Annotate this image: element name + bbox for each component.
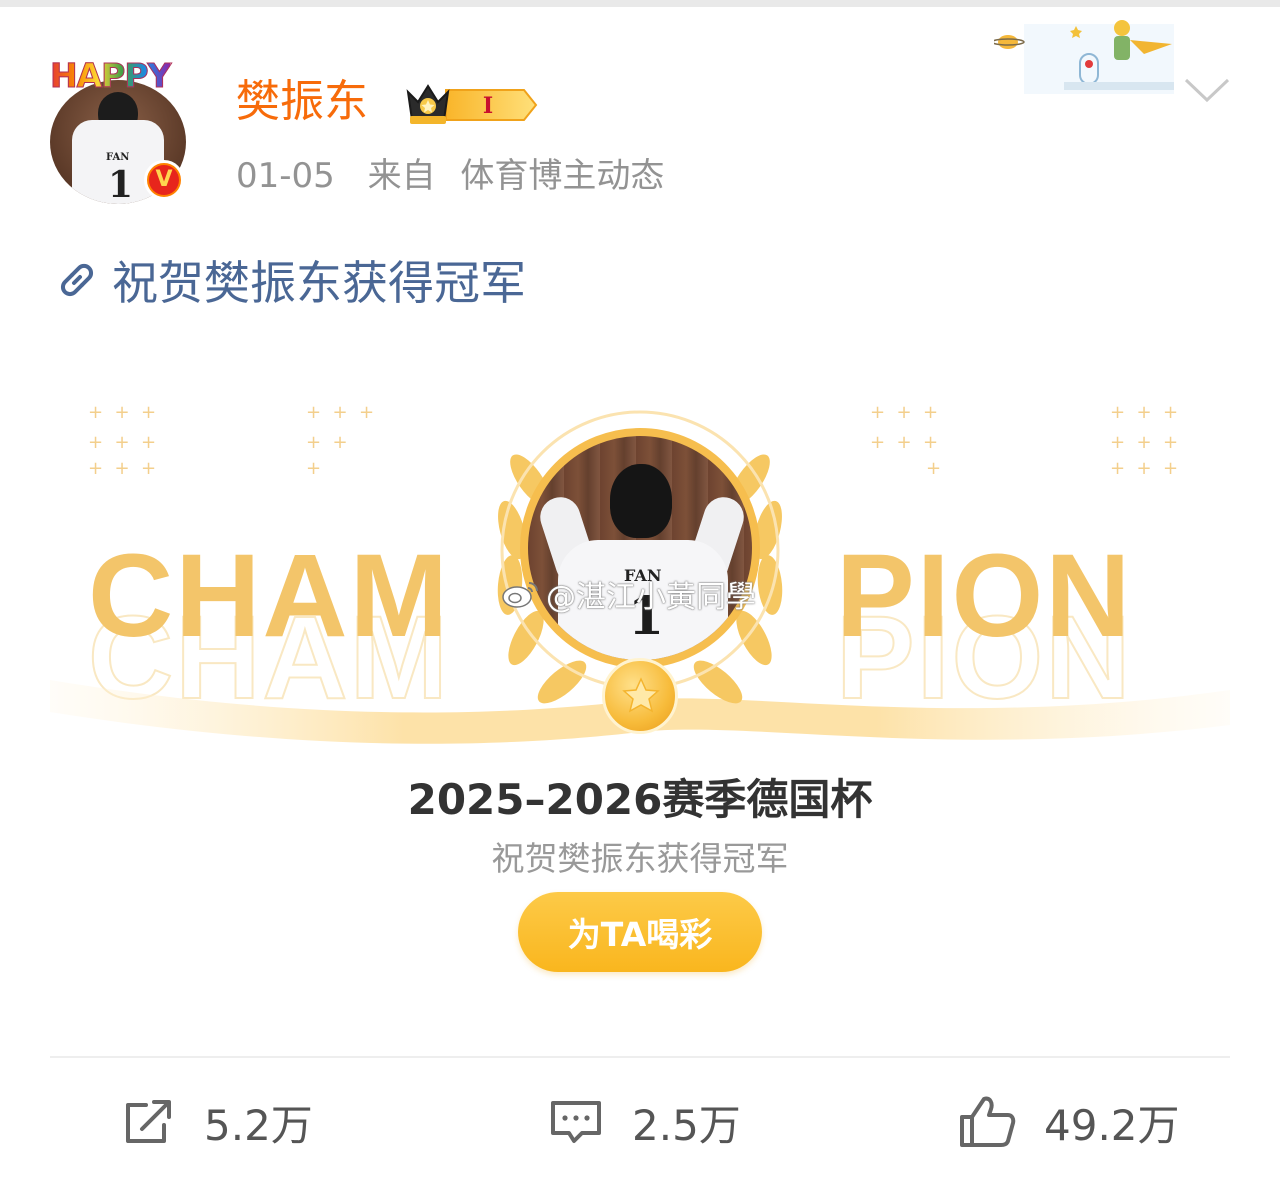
comment-count: 2.5万: [632, 1100, 741, 1150]
like-count: 49.2万: [1044, 1100, 1180, 1150]
comment-button[interactable]: 2.5万: [548, 1090, 741, 1154]
repost-count: 5.2万: [204, 1100, 313, 1150]
watermark: @湛江小黃同學: [500, 572, 756, 616]
repost-icon: [126, 1100, 171, 1143]
cheer-button[interactable]: 为TA喝彩: [518, 892, 762, 972]
topic-text: 祝贺樊振东获得冠军: [112, 256, 526, 310]
link-icon: [60, 263, 94, 297]
post-source[interactable]: 体育博主动态: [460, 156, 664, 196]
avatar-decoration-happy: HAPPY: [49, 56, 171, 96]
like-button[interactable]: 49.2万: [958, 1090, 1180, 1154]
like-icon: [960, 1096, 1016, 1147]
comment-icon: [551, 1101, 601, 1143]
top-divider: [0, 0, 1280, 7]
username[interactable]: 樊振东: [236, 76, 368, 128]
weibo-logo-icon: [502, 582, 538, 608]
champion-card[interactable]: + + + + + + + + + + + + + + + + + + + + …: [50, 380, 1230, 1040]
actions-divider: [50, 1056, 1230, 1058]
avatar-jersey-number: 1: [108, 164, 134, 204]
verified-v-icon: V: [144, 160, 184, 200]
crown-level-icon[interactable]: I: [404, 82, 538, 128]
repost-button[interactable]: 5.2万: [120, 1090, 313, 1154]
card-decoration-image: [991, 14, 1176, 94]
source-prefix: 来自: [367, 156, 436, 196]
topic-link[interactable]: 祝贺樊振东获得冠军: [52, 250, 526, 310]
avatar-jersey-name: FAN: [106, 152, 130, 163]
chevron-down-icon[interactable]: [1182, 72, 1232, 106]
level-badge-text: I: [483, 93, 493, 119]
card-title: 2025–2026赛季德国杯: [407, 775, 873, 824]
watermark-text: @湛江小黃同學: [546, 580, 756, 615]
post-date: 01-05: [236, 156, 335, 196]
champion-photo: FAN 1: [520, 428, 760, 668]
card-subtitle: 祝贺樊振东获得冠军: [491, 839, 789, 878]
star-medal-icon: [602, 658, 678, 734]
user-avatar[interactable]: HAPPY FAN 1 V: [48, 50, 190, 204]
post-meta: 01-05 来自 体育博主动态: [236, 154, 686, 198]
